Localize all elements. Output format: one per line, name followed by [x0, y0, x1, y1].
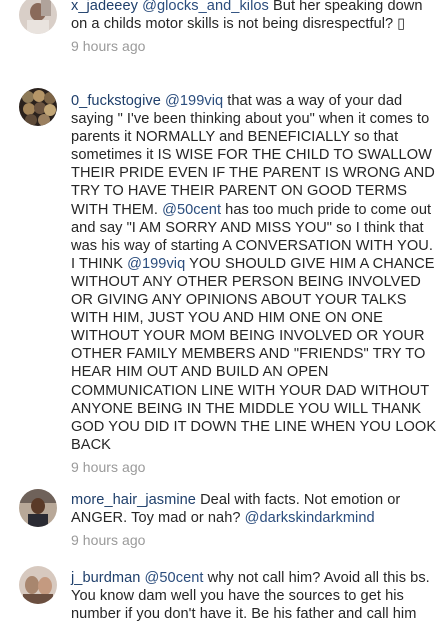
avatar[interactable] [19, 0, 57, 34]
comment-username[interactable]: j_burdman [71, 570, 140, 586]
avatar-image [19, 88, 57, 126]
comment-timestamp: 9 hours ago [71, 532, 146, 549]
comment-username[interactable]: x_jadeeey [71, 0, 138, 14]
comment-mention[interactable]: @darkskindarkmind [245, 510, 375, 526]
comment-username[interactable]: 0_fuckstogive [71, 93, 161, 109]
avatar-image [19, 566, 57, 604]
comment-mention[interactable]: @199viq [127, 256, 185, 272]
avatar[interactable] [19, 88, 57, 126]
avatar-image [19, 0, 57, 34]
comment-mention[interactable]: @50cent [145, 570, 204, 586]
comment-text: that was a way of your dad saying " I've… [71, 93, 435, 218]
comment-mention[interactable]: @glocks_and_kilos [142, 0, 269, 14]
comment-mention[interactable]: @50cent [162, 202, 221, 218]
avatar[interactable] [19, 489, 57, 527]
comment-username[interactable]: more_hair_jasmine [71, 492, 196, 508]
avatar-image [19, 489, 57, 527]
comment-mention[interactable]: @199viq [165, 93, 223, 109]
comment-text: YOU SHOULD GIVE HIM A CHANCE WITHOUT ANY… [71, 255, 437, 453]
avatar[interactable] [19, 566, 57, 604]
comment-timestamp: 9 hours ago [71, 38, 146, 55]
comment-timestamp: 9 hours ago [71, 458, 146, 475]
